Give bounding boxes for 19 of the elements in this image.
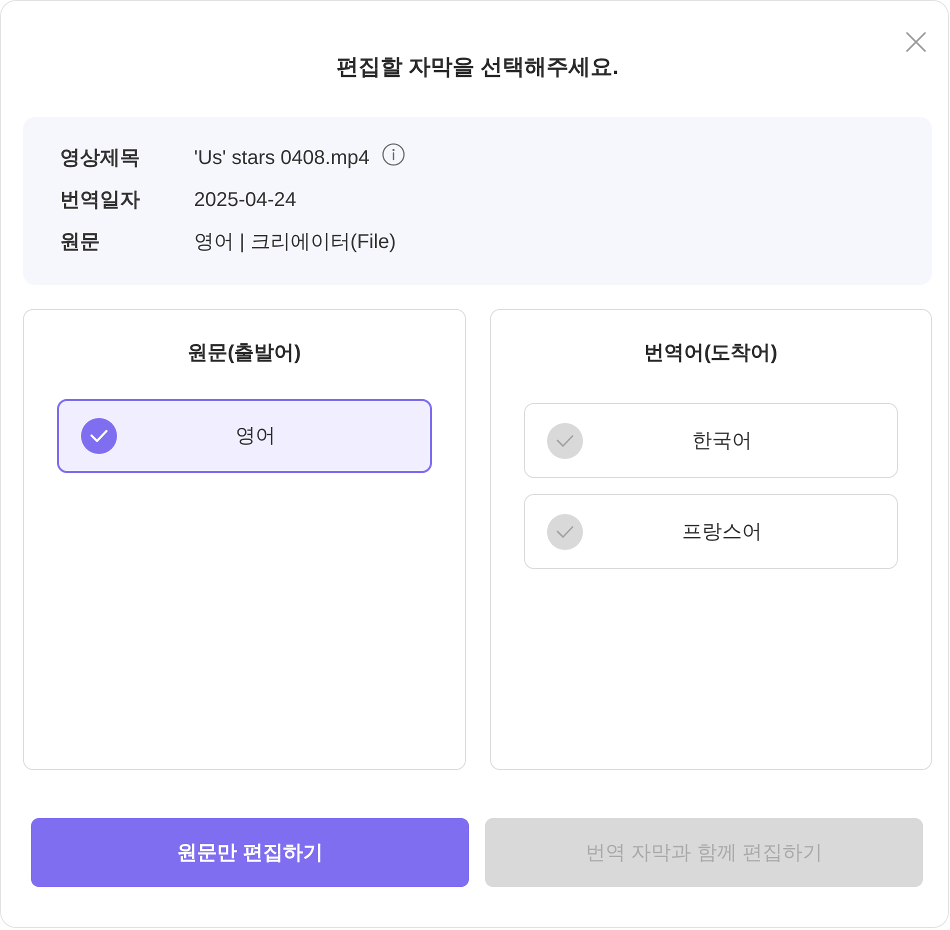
info-label: 영상제목 [60,146,141,171]
panel-heading: 원문(출발어) [188,341,301,366]
edit-button[interactable]: 원문만 편집하기 [31,818,469,887]
close-icon [906,32,926,52]
option-label: 프랑스어 [680,520,763,544]
language-option[interactable]: 영어 [57,399,432,473]
language-option[interactable]: 프랑스어 [524,494,898,569]
panel-heading: 번역어(도착어) [644,341,778,366]
dialog-title: 편집할 자막을 선택해주세요. [336,53,619,81]
info-value: 2025-04-24 [194,188,296,213]
info-label: 번역일자 [60,188,141,213]
language-option[interactable]: 한국어 [524,403,898,478]
info-icon[interactable] [382,142,404,166]
option-label: 영어 [234,424,276,449]
close-button[interactable] [905,31,927,53]
info-value: 영어 | 크리에이터(File) [194,230,396,255]
info-value: 'Us' stars 0408.mp4 [194,146,370,171]
option-label: 한국어 [690,428,753,454]
info-label: 원문 [60,230,101,255]
